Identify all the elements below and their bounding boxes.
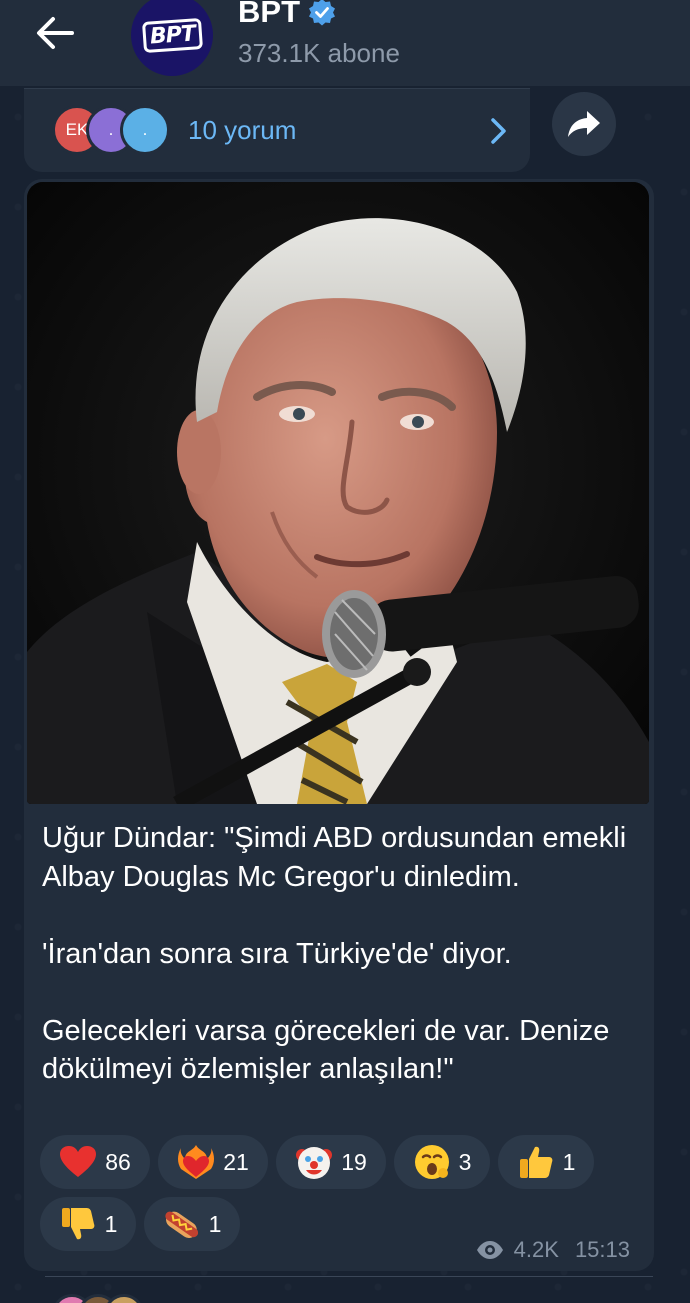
reaction-count: 86 xyxy=(105,1148,131,1175)
chevron-right-icon xyxy=(491,118,506,144)
reaction-heart[interactable]: 86 xyxy=(40,1135,150,1189)
yawning-face-icon xyxy=(414,1145,449,1179)
reaction-count: 1 xyxy=(562,1148,576,1175)
reaction-count: 3 xyxy=(458,1148,472,1175)
clown-face-icon xyxy=(296,1147,333,1179)
post-photo[interactable] xyxy=(27,182,649,804)
avatar-logo-text: BPT xyxy=(141,17,203,53)
channel-name-text: BPT xyxy=(238,0,300,29)
reaction-count: 1 xyxy=(208,1210,222,1237)
heart-icon xyxy=(60,1146,97,1177)
reaction-clown[interactable]: 19 xyxy=(276,1135,386,1189)
post-time: 15:13 xyxy=(574,1237,630,1262)
post-meta: 4.2K 15:13 xyxy=(476,1237,630,1263)
reaction-count: 21 xyxy=(223,1148,249,1175)
share-arrow-icon xyxy=(568,111,600,137)
reaction-count: 1 xyxy=(104,1210,118,1237)
channel-avatar[interactable]: BPT xyxy=(131,0,213,76)
reaction-count: 19 xyxy=(341,1148,367,1175)
reaction-thumbs-up[interactable]: 1 xyxy=(498,1135,594,1189)
eye-icon xyxy=(476,1241,503,1259)
next-post-commenter-avatars xyxy=(52,1294,144,1303)
reaction-thumbs-down[interactable]: 1 xyxy=(40,1197,136,1251)
channel-header: BPT BPT 373.1K abone xyxy=(0,0,690,86)
verified-badge-icon xyxy=(309,0,335,26)
comments-count-label: 10 yorum xyxy=(188,114,297,145)
channel-post: Uğur Dündar: "Şimdi ABD ordusundan emekl… xyxy=(24,179,654,1271)
divider xyxy=(45,1276,653,1277)
commenter-avatar: . xyxy=(120,105,170,155)
reaction-hot-dog[interactable]: 1 xyxy=(144,1197,240,1251)
channel-title[interactable]: BPT xyxy=(238,0,336,30)
arrow-left-icon xyxy=(37,17,74,49)
post-caption: Uğur Dündar: "Şimdi ABD ordusundan emekl… xyxy=(42,822,627,1085)
thumbs-up-icon xyxy=(519,1146,552,1178)
heart-on-fire-icon xyxy=(178,1145,215,1179)
comments-button[interactable]: EK . . 10 yorum xyxy=(52,105,512,155)
reaction-yawn[interactable]: 3 xyxy=(394,1135,490,1189)
share-button[interactable] xyxy=(552,92,616,156)
view-count: 4.2K xyxy=(513,1237,559,1262)
portrait-image xyxy=(27,182,649,804)
thumbs-down-icon xyxy=(61,1208,94,1240)
previous-post-footer: EK . . 10 yorum xyxy=(24,88,530,172)
subscriber-count: 373.1K abone xyxy=(238,38,400,68)
hot-dog-icon xyxy=(164,1211,198,1238)
reaction-heart-on-fire[interactable]: 21 xyxy=(158,1135,268,1189)
back-button[interactable] xyxy=(30,8,80,58)
